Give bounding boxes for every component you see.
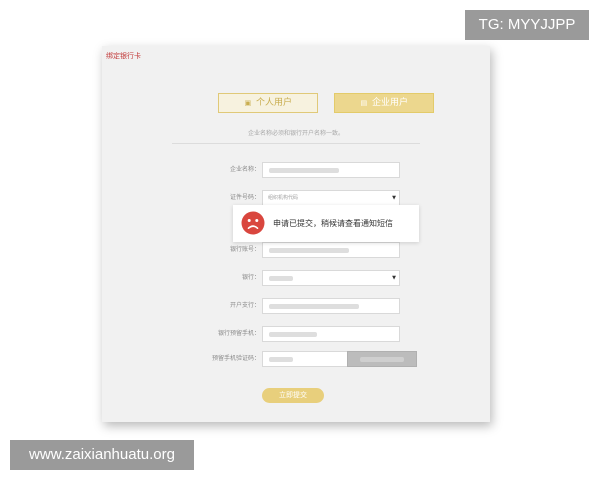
- divider: [172, 143, 420, 144]
- dropdown-arrow-icon: ▼: [392, 195, 396, 201]
- blurred-value: [360, 357, 404, 362]
- bank-select[interactable]: ▼: [262, 270, 400, 286]
- get-code-button[interactable]: [347, 351, 417, 367]
- sms-code-label: 预留手机验证码：: [211, 355, 260, 362]
- submit-button[interactable]: 立即提交: [262, 388, 324, 403]
- company-name-input[interactable]: [262, 162, 400, 178]
- company-name-label: 企业名称：: [229, 166, 260, 173]
- branch-input[interactable]: [262, 298, 400, 314]
- person-card-icon: ▣: [244, 98, 252, 107]
- dialog-title: 绑定银行卡: [106, 52, 141, 60]
- phone-input[interactable]: [262, 326, 400, 342]
- branch-label: 开户支行：: [229, 302, 260, 309]
- dropdown-arrow-icon: ▼: [392, 275, 396, 281]
- submission-toast: 申请已提交，稍候请查看通知短信: [233, 205, 419, 242]
- toast-message: 申请已提交，稍候请查看通知短信: [273, 219, 393, 228]
- blurred-value: [269, 304, 359, 309]
- bank-label: 银行：: [241, 274, 260, 281]
- id-type-selected: 组织机构代码: [268, 195, 299, 201]
- watermark-top: TG: MYYJJPP: [465, 10, 589, 40]
- tab-personal-label: 个人用户: [255, 98, 292, 108]
- blurred-value: [269, 168, 339, 173]
- tab-enterprise-user[interactable]: ▤ 企业用户: [334, 93, 434, 113]
- form-notice: 企业名称必须和银行开户名称一致。: [247, 130, 344, 137]
- blurred-value: [269, 248, 349, 253]
- phone-label: 银行预留手机：: [217, 330, 260, 337]
- bank-account-input[interactable]: [262, 242, 400, 258]
- sms-code-input[interactable]: [262, 351, 348, 367]
- watermark-bottom: www.zaixianhuatu.org: [10, 440, 194, 470]
- blurred-value: [269, 276, 293, 281]
- sad-face-icon: [241, 211, 265, 235]
- tab-personal-user[interactable]: ▣ 个人用户: [218, 93, 318, 113]
- blurred-value: [269, 357, 293, 362]
- id-type-label: 证件号码：: [229, 194, 260, 201]
- screenshot-page: 绑定银行卡 ▣ 个人用户 ▤ 企业用户 企业名称必须和银行开户名称一致。 企业名…: [0, 0, 600, 480]
- enterprise-icon: ▤: [360, 98, 368, 107]
- bank-account-label: 银行账号：: [229, 246, 260, 253]
- blurred-value: [269, 332, 317, 337]
- id-type-select[interactable]: 组织机构代码 ▼: [262, 190, 400, 206]
- tab-enterprise-label: 企业用户: [371, 98, 408, 108]
